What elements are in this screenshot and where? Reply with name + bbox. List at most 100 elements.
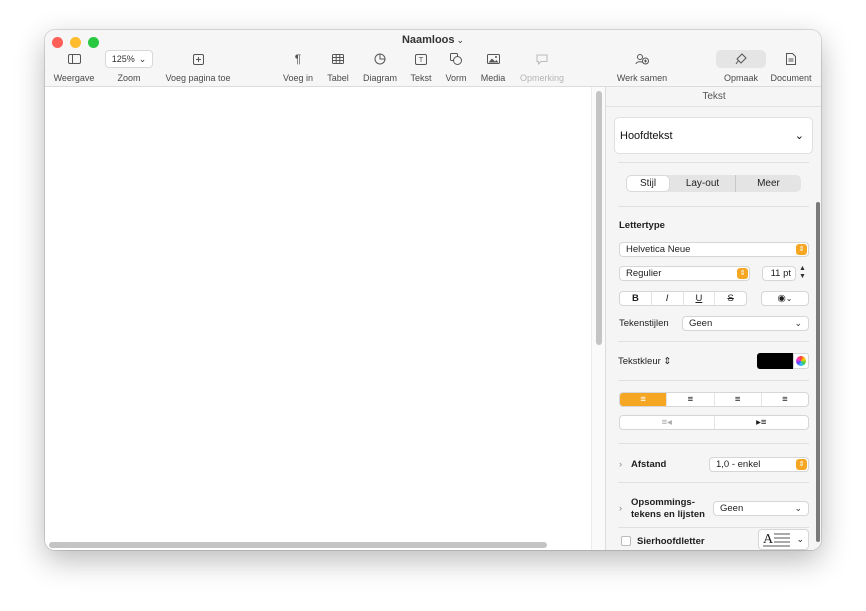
add-page-icon [161, 50, 235, 68]
font-size-value: 11 pt [770, 268, 791, 279]
collaborate-icon [615, 50, 669, 68]
dropcap-label: Sierhoofdletter [637, 536, 705, 547]
bold-button[interactable]: B [620, 292, 652, 305]
collaborate-button[interactable]: Werk samen [615, 50, 669, 83]
text-color-swatch[interactable] [757, 353, 793, 369]
textbox-icon: T [407, 50, 435, 68]
chart-icon [361, 50, 399, 68]
bullets-select[interactable]: Geen ⌄ [713, 501, 809, 516]
chevron-down-icon: ⌄ [794, 318, 802, 328]
view-button[interactable]: Weergave [50, 50, 98, 83]
character-styles-select[interactable]: Geen ⌄ [682, 316, 809, 331]
underline-button[interactable]: U [684, 292, 716, 305]
shape-icon [442, 50, 470, 68]
zoom-control[interactable]: 125% ⌄ Zoom [104, 50, 154, 83]
font-size-stepper[interactable]: ▲ ▼ [799, 265, 806, 281]
increase-indent-icon[interactable]: ▸≡ [715, 416, 809, 429]
text-color-label[interactable]: Tekstkleur ⇕ [618, 356, 671, 367]
align-right-icon[interactable]: ≡ [715, 393, 762, 406]
divider [618, 482, 809, 483]
document-canvas[interactable] [45, 87, 591, 550]
indent-buttons: ≡◂ ▸≡ [619, 415, 809, 430]
view-label: Weergave [53, 73, 95, 83]
table-button[interactable]: Tabel [324, 50, 352, 83]
chart-label: Diagram [362, 73, 397, 83]
insert-button[interactable]: ¶ Voeg in [280, 50, 316, 83]
font-size-field[interactable]: 11 pt [762, 266, 796, 281]
font-family-value: Helvetica Neue [626, 244, 691, 255]
chevron-right-icon[interactable]: › [619, 459, 622, 470]
divider [618, 206, 809, 207]
pages-window: Naamloos ⌄ Weergave 125% ⌄ Zoom Voeg pagin… [45, 30, 821, 550]
chevron-down-icon: ⌄ [796, 534, 804, 544]
svg-text:A: A [763, 532, 774, 547]
sidebar-icon [50, 50, 98, 68]
paragraph-style-select[interactable]: Hoofdtekst ⌄ [614, 117, 813, 154]
zoom-value: 125% [111, 54, 135, 64]
decrease-indent-icon[interactable]: ≡◂ [620, 416, 715, 429]
shape-label: Vorm [445, 73, 467, 83]
color-wheel-icon[interactable] [793, 353, 809, 369]
strikethrough-button[interactable]: S [715, 292, 746, 305]
format-button[interactable]: Opmaak [716, 50, 766, 83]
tab-layout[interactable]: Lay-out [670, 175, 736, 192]
divider [618, 527, 809, 528]
inspector-tabs: Stijl Lay-out Meer [626, 175, 801, 192]
comment-button[interactable]: Opmerking [517, 50, 567, 83]
text-button[interactable]: T Tekst [407, 50, 435, 83]
align-center-icon[interactable]: ≡ [667, 393, 715, 406]
media-button[interactable]: Media [478, 50, 508, 83]
vertical-scrollbar[interactable] [591, 87, 605, 550]
font-family-select[interactable]: Helvetica Neue ⇕ [619, 242, 809, 257]
shape-button[interactable]: Vorm [442, 50, 470, 83]
font-style-value: Regulier [626, 268, 662, 279]
spacing-label[interactable]: Afstand [631, 459, 666, 470]
add-page-label: Voeg pagina toe [165, 73, 231, 83]
align-justify-icon[interactable]: ≡ [762, 393, 808, 406]
vertical-scroll-thumb[interactable] [596, 91, 602, 345]
gear-circle-icon: ◉ [777, 293, 786, 304]
text-label: Tekst [410, 73, 432, 83]
table-label: Tabel [327, 73, 349, 83]
tab-style[interactable]: Stijl [627, 176, 669, 191]
chevron-down-icon: ⌄ [138, 53, 147, 64]
updown-arrows-icon: ⇕ [660, 356, 672, 367]
zoom-select[interactable]: 125% ⌄ [105, 50, 153, 68]
text-format-buttons: B I U S [619, 291, 747, 306]
table-icon [324, 50, 352, 68]
spacing-select[interactable]: 1,0 - enkel ⇕ [709, 457, 809, 472]
character-styles-label: Tekenstijlen [619, 318, 669, 329]
media-label: Media [480, 73, 506, 83]
align-left-icon[interactable]: ≡ [620, 393, 668, 406]
add-page-button[interactable]: Voeg pagina toe [161, 50, 235, 83]
divider [618, 443, 809, 444]
document-button[interactable]: Document [767, 50, 815, 83]
horizontal-scrollbar[interactable] [45, 539, 591, 550]
chart-button[interactable]: Diagram [361, 50, 399, 83]
inspector-scrollbar[interactable] [816, 202, 820, 542]
italic-button[interactable]: I [652, 292, 684, 305]
spacing-value: 1,0 - enkel [716, 459, 761, 470]
tab-more[interactable]: Meer [736, 175, 801, 192]
dropcap-style-select[interactable]: A ⌄ [758, 529, 809, 550]
divider [618, 380, 809, 381]
divider [618, 162, 809, 163]
text-options-button[interactable]: ◉⌄ [761, 291, 809, 306]
character-styles-value: Geen [689, 318, 713, 329]
dropcap-preview-icon: A [763, 532, 790, 547]
font-style-select[interactable]: Regulier ⇕ [619, 266, 750, 281]
dropcap-checkbox[interactable] [621, 536, 631, 546]
comment-icon [517, 50, 567, 68]
updown-arrows-icon: ⇕ [737, 268, 748, 279]
image-icon [478, 50, 508, 68]
text-color-label-text: Tekstkleur [618, 356, 661, 367]
chevron-right-icon[interactable]: › [619, 503, 622, 514]
horizontal-scroll-thumb[interactable] [49, 542, 547, 548]
svg-text:T: T [418, 56, 424, 64]
bullets-label[interactable]: Opsommings- tekens en lijsten [631, 497, 705, 521]
chevron-down-icon: ⌄ [794, 130, 804, 142]
inspector-header: Tekst [606, 87, 821, 107]
window-title[interactable]: Naamloos ⌄ [45, 34, 821, 46]
font-section-label: Lettertype [619, 220, 665, 231]
alignment-buttons: ≡ ≡ ≡ ≡ [619, 392, 809, 407]
